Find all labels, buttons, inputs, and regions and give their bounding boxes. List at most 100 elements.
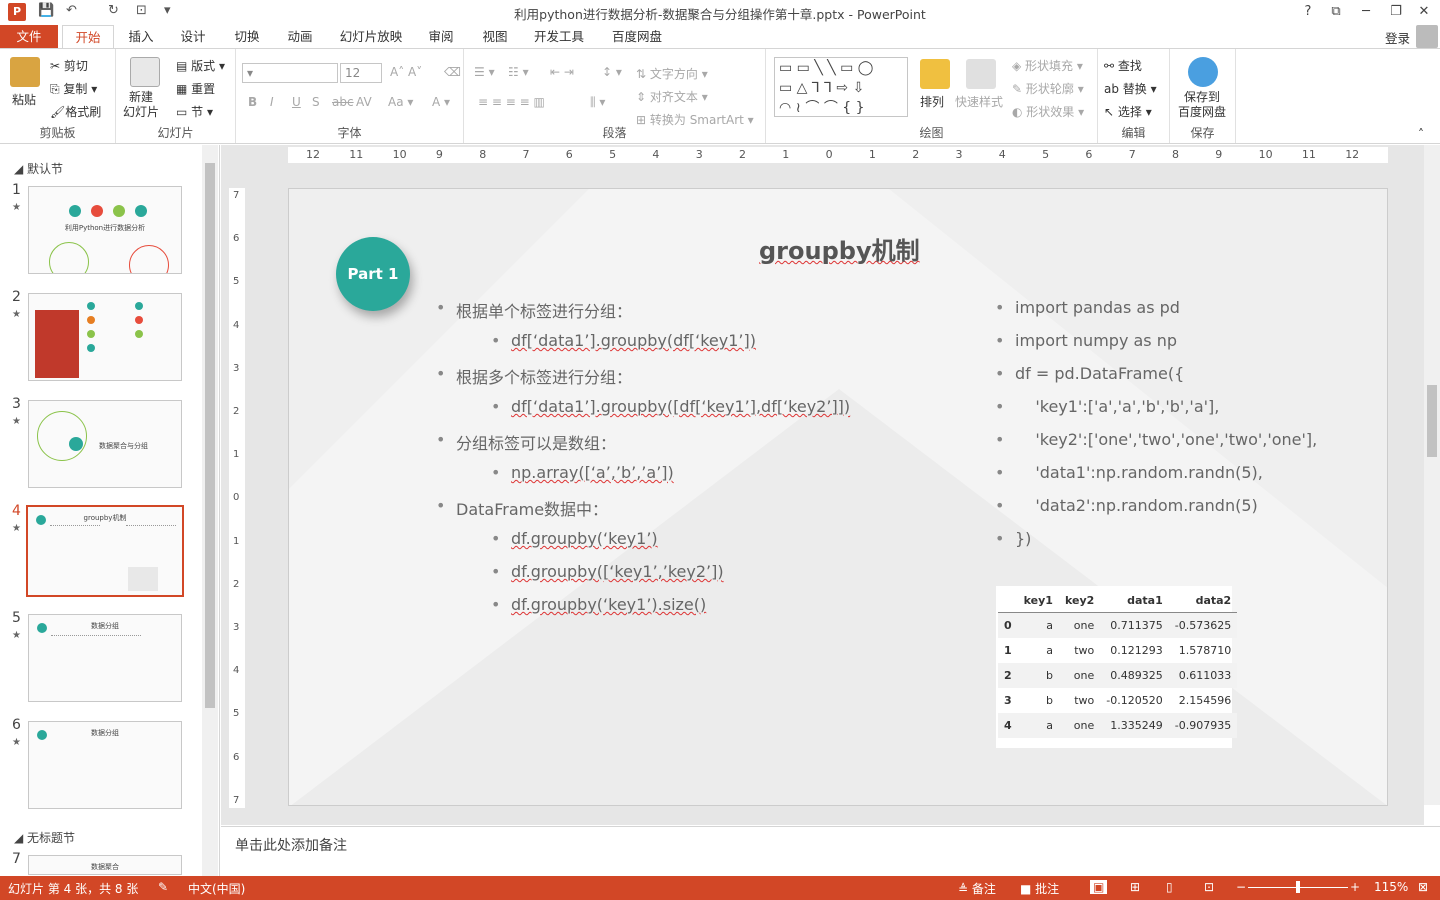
language-indicator[interactable]: 中文(中国) (188, 880, 245, 897)
text-direction-button[interactable]: ⇅ 文字方向 ▾ (636, 65, 708, 82)
normal-view-icon[interactable]: ▣ (1090, 880, 1108, 894)
thumbnail-scrollbar-thumb[interactable] (205, 163, 215, 708)
cut-button[interactable]: ✂ 剪切 (50, 57, 88, 74)
table-cell: one (1058, 713, 1101, 738)
align-text-button[interactable]: ⇕ 对齐文本 ▾ (636, 88, 708, 105)
fit-to-window-icon[interactable]: ⊠ (1418, 880, 1428, 894)
ruler-tick-label: 4 (233, 665, 240, 677)
shape-effects-button[interactable]: ◐ 形状效果 ▾ (1012, 103, 1084, 120)
font-size-field[interactable]: 12 (340, 63, 382, 83)
avatar[interactable] (1416, 25, 1438, 48)
zoom-in-icon[interactable]: + (1350, 880, 1360, 894)
current-slide[interactable]: Part 1 groupby机制 根据单个标签进行分组： df[‘data1’].… (288, 188, 1388, 806)
editor-scrollbar[interactable] (1424, 145, 1440, 805)
collapse-ribbon-icon[interactable]: ˄ (1418, 127, 1424, 141)
bold-icon[interactable]: B (248, 95, 257, 109)
strikethrough-icon[interactable]: abc (332, 95, 354, 109)
arrange-button[interactable]: 排列 (920, 93, 944, 110)
slide-sorter-icon[interactable]: ⊞ (1130, 880, 1140, 894)
reset-button[interactable]: ▦ 重置 (176, 80, 215, 97)
editor-scrollbar-thumb[interactable] (1427, 385, 1437, 457)
line-spacing-icon[interactable]: ↕ ▾ (602, 65, 622, 79)
help-button[interactable]: ? (1294, 2, 1322, 22)
login-link[interactable]: 登录 (1385, 28, 1410, 47)
reading-view-icon[interactable]: ▯ (1166, 880, 1173, 894)
char-spacing-icon[interactable]: AV (356, 95, 372, 109)
section-untitled[interactable]: ◢ 无标题节 (14, 829, 75, 846)
shape-outline-button[interactable]: ✎ 形状轮廓 ▾ (1012, 80, 1084, 97)
decor-dot (87, 302, 95, 310)
find-button[interactable]: ⚯ 查找 (1104, 57, 1142, 74)
copy-button[interactable]: ⎘ 复制 ▾ (50, 80, 97, 97)
italic-icon[interactable]: I (270, 95, 274, 109)
change-case-icon[interactable]: Aa ▾ (388, 95, 413, 109)
ruler-tick-label: 6 (233, 233, 240, 245)
notes-pane[interactable]: 单击此处添加备注 (221, 826, 1440, 876)
zoom-slider-thumb[interactable] (1296, 881, 1300, 893)
bullets-icon[interactable]: ☰ ▾ (474, 65, 495, 79)
tab-slideshow[interactable]: 幻灯片放映 (334, 25, 408, 49)
tab-developer[interactable]: 开发工具 (528, 25, 590, 49)
arrange-icon[interactable] (920, 59, 950, 89)
notes-placeholder[interactable]: 单击此处添加备注 (235, 835, 347, 855)
shape-fill-button[interactable]: ◈ 形状填充 ▾ (1012, 57, 1083, 74)
slideshow-icon[interactable]: ⊡ (1204, 880, 1214, 894)
font-color-icon[interactable]: A ▾ (432, 95, 450, 109)
close-button[interactable]: ✕ (1410, 2, 1438, 22)
quick-styles-button[interactable]: 快速样式 (955, 93, 1003, 110)
zoom-out-icon[interactable]: − (1236, 880, 1246, 894)
tab-design[interactable]: 设计 (172, 25, 214, 49)
slide-thumbnail-3[interactable]: 数据聚合与分组 (28, 400, 182, 488)
minimize-button[interactable]: ─ (1352, 2, 1380, 22)
numbering-icon[interactable]: ☷ ▾ (508, 65, 529, 79)
format-painter-button[interactable]: 🖌格式刷 (50, 103, 101, 120)
decor-ring (49, 242, 89, 273)
save-to-baidu-button[interactable]: 保存到 百度网盘 (1178, 90, 1226, 120)
ribbon-display-options-button[interactable]: ⧉ (1322, 2, 1350, 22)
decor-dot (87, 316, 95, 324)
tab-insert[interactable]: 插入 (120, 25, 162, 49)
section-button[interactable]: ▭ 节 ▾ (176, 103, 213, 120)
new-slide-button[interactable]: 新建 幻灯片 (123, 90, 159, 120)
tab-view[interactable]: 视图 (474, 25, 516, 49)
slide-thumbnail-5[interactable]: 数据分组 (28, 614, 182, 702)
select-button[interactable]: ↖ 选择 ▾ (1104, 103, 1152, 120)
zoom-level[interactable]: 115% (1374, 880, 1408, 894)
comments-toggle[interactable]: ■ 批注 (1020, 880, 1059, 897)
align-icons[interactable]: ≡ ≡ ≡ ≡ ▥ (478, 95, 545, 109)
shapes-gallery[interactable]: ▭ ▭ ╲ ╲ ▭ ◯ ▭ △ ⅂ ⅂ ⇨ ⇩ ◠ ≀ ⌒ ⌒ { } (774, 57, 908, 117)
tab-home[interactable]: 开始 (62, 25, 114, 49)
grow-font-icon[interactable]: A˄ A˅ (390, 65, 422, 79)
replace-button[interactable]: ab 替换 ▾ (1104, 80, 1157, 97)
section-default[interactable]: ◢ 默认节 (14, 160, 63, 177)
thumbnail-text-lines (126, 525, 176, 565)
clear-formatting-icon[interactable]: ⌫ (444, 65, 461, 79)
thumbnail-title: 数据聚合 (91, 863, 119, 871)
notes-toggle[interactable]: ≜ 备注 (958, 880, 996, 897)
slide-thumbnail-7[interactable]: 数据聚合 (28, 855, 182, 875)
tab-animations[interactable]: 动画 (279, 25, 321, 49)
paste-icon[interactable] (10, 57, 40, 87)
spellcheck-icon[interactable]: ✎ (158, 880, 168, 894)
shadow-icon[interactable]: S (312, 95, 320, 109)
tab-review[interactable]: 审阅 (420, 25, 462, 49)
maximize-button[interactable]: ❐ (1382, 2, 1410, 22)
slide-thumbnail-1[interactable]: 利用Python进行数据分析 (28, 186, 182, 274)
layout-button[interactable]: ▤ 版式 ▾ (176, 57, 225, 74)
slide-thumbnail-2[interactable] (28, 293, 182, 381)
tab-baidu-netdisk[interactable]: 百度网盘 (604, 25, 670, 49)
baidu-cloud-icon[interactable] (1188, 57, 1218, 87)
paste-button[interactable]: 粘贴 (12, 91, 36, 108)
indent-icon[interactable]: ⇤ ⇥ (550, 65, 574, 79)
font-name-field[interactable]: ▾ (242, 63, 338, 83)
slide-title[interactable]: groupby机制 (759, 231, 920, 266)
underline-icon[interactable]: U (292, 95, 301, 109)
tab-file[interactable]: 文件 (0, 25, 58, 49)
slide-thumbnail-4[interactable]: groupby机制 (26, 505, 184, 597)
new-slide-icon[interactable] (130, 57, 160, 87)
thumbnail-scrollbar[interactable] (202, 145, 218, 876)
slide-thumbnail-6[interactable]: 数据分组 (28, 721, 182, 809)
quick-styles-icon[interactable] (966, 59, 996, 89)
tab-transitions[interactable]: 切换 (226, 25, 268, 49)
columns-icon[interactable]: ⫼ ▾ (590, 95, 605, 110)
